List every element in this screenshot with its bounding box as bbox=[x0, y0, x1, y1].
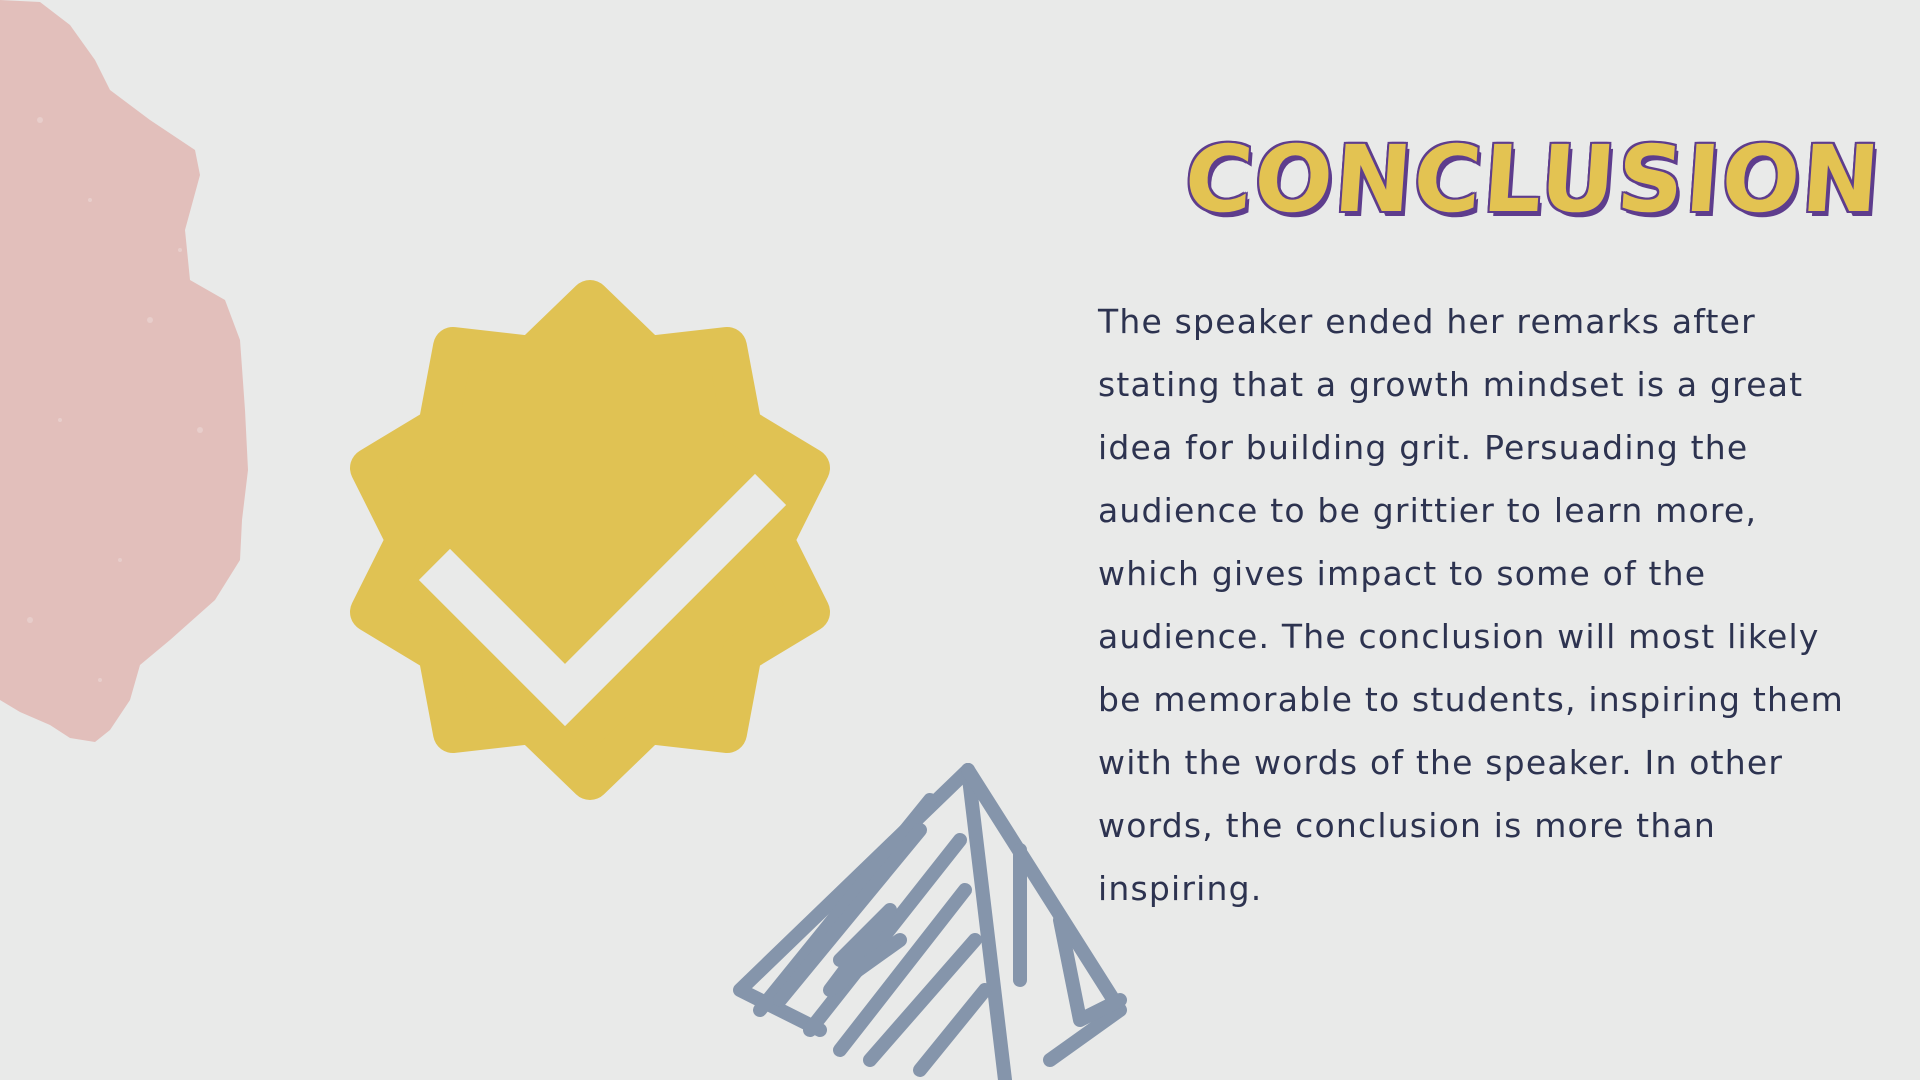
slide-title: CONCLUSION bbox=[1181, 126, 1885, 233]
body-paragraph: The speaker ended her remarks after stat… bbox=[1098, 302, 1844, 908]
verified-check-badge-icon bbox=[350, 280, 830, 800]
pink-paint-blob-icon bbox=[0, 0, 248, 742]
scribbled-triangle-sketch-icon bbox=[733, 763, 1127, 1080]
slide: CONCLUSION The speaker ended her remarks… bbox=[0, 0, 1920, 1080]
